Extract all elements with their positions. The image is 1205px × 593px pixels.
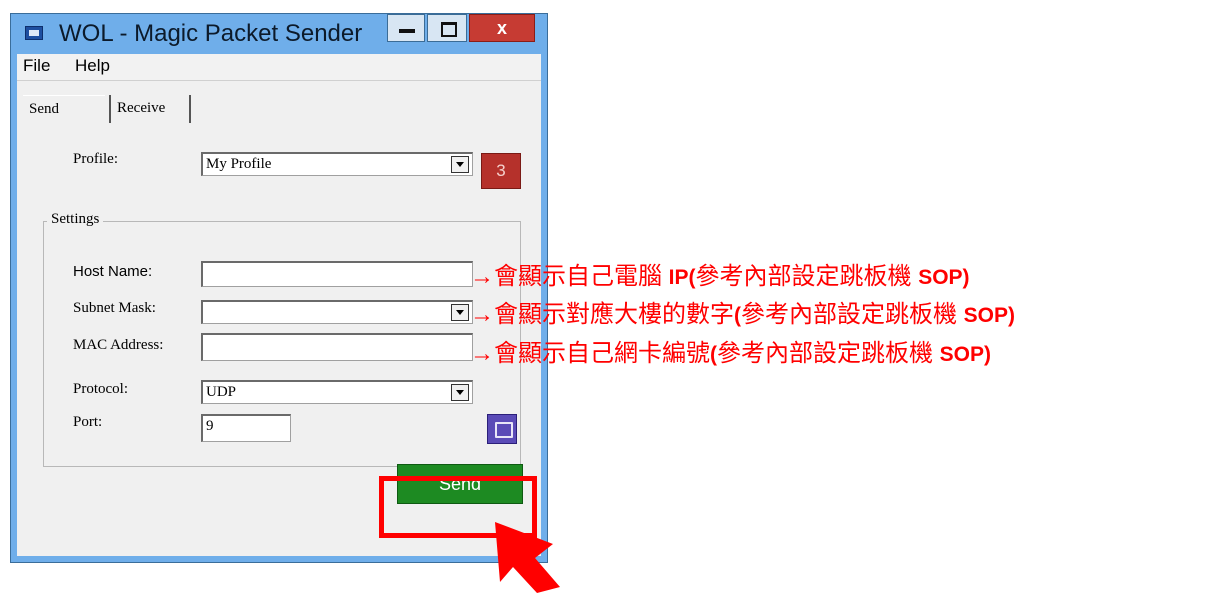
subnet-mask-label: Subnet Mask: (73, 300, 156, 316)
profile-label: Profile: (73, 151, 118, 167)
annotation-text: IP( (668, 266, 696, 289)
subnet-mask-select[interactable] (201, 300, 473, 324)
annotation-text: →會顯示對應大樓的數字 (470, 301, 734, 328)
protocol-label: Protocol: (73, 381, 128, 397)
annotation-text: SOP) (963, 304, 1016, 327)
tab-send[interactable]: Send (23, 95, 105, 123)
mac-address-input[interactable] (201, 333, 473, 361)
pointer-arrow-icon (495, 522, 560, 593)
app-icon (25, 26, 43, 40)
host-name-label: Host Name: (73, 263, 153, 280)
mac-address-label: MAC Address: (73, 337, 164, 353)
annotation-text: →會顯示自己電腦 (470, 263, 669, 290)
menu-bar: File Help (17, 54, 541, 81)
annotation-text: 參考內部設定跳板機 (741, 301, 964, 328)
title-bar[interactable]: WOL - Magic Packet Sender x (11, 14, 547, 54)
dropdown-arrow-icon[interactable] (451, 384, 469, 401)
annotation-subnet-mask: →會顯示對應大樓的數字(參考內部設定跳板機 SOP) (470, 294, 1015, 329)
annotation-mac-address: →會顯示自己網卡編號(參考內部設定跳板機 SOP) (470, 333, 991, 368)
tab-receive[interactable]: Receive (109, 95, 191, 123)
annotation-text: ( (734, 304, 741, 327)
settings-legend: Settings (47, 211, 104, 228)
dropdown-arrow-icon[interactable] (451, 304, 469, 321)
annotation-text: 參考內部設定跳板機 (717, 340, 940, 367)
annotation-text: SOP) (918, 266, 970, 289)
close-button[interactable]: x (469, 14, 535, 42)
save-button[interactable] (487, 414, 517, 444)
protocol-select[interactable]: UDP (201, 380, 473, 404)
profile-button[interactable]: 3 (481, 153, 521, 189)
annotation-text: 參考內部設定跳板機 (695, 263, 919, 290)
maximize-icon (441, 22, 457, 37)
profile-select[interactable]: My Profile (201, 152, 473, 176)
annotation-text: →會顯示自己網卡編號 (470, 340, 710, 367)
close-icon: x (496, 18, 507, 38)
minimize-icon (399, 29, 415, 33)
protocol-value: UDP (206, 384, 237, 400)
annotation-text: SOP) (939, 343, 992, 366)
profile-value: My Profile (206, 156, 272, 172)
port-label: Port: (73, 414, 103, 430)
menu-help[interactable]: Help (75, 56, 110, 76)
dropdown-arrow-icon[interactable] (451, 156, 469, 173)
menu-file[interactable]: File (23, 56, 50, 76)
maximize-button[interactable] (427, 14, 467, 42)
annotation-host-name: →會顯示自己電腦 IP(參考內部設定跳板機 SOP) (470, 256, 970, 291)
annotation-text: ( (710, 343, 717, 366)
host-name-input[interactable] (201, 261, 473, 287)
window-title: WOL - Magic Packet Sender (59, 20, 363, 47)
minimize-button[interactable] (387, 14, 425, 42)
port-input[interactable]: 9 (201, 414, 291, 442)
